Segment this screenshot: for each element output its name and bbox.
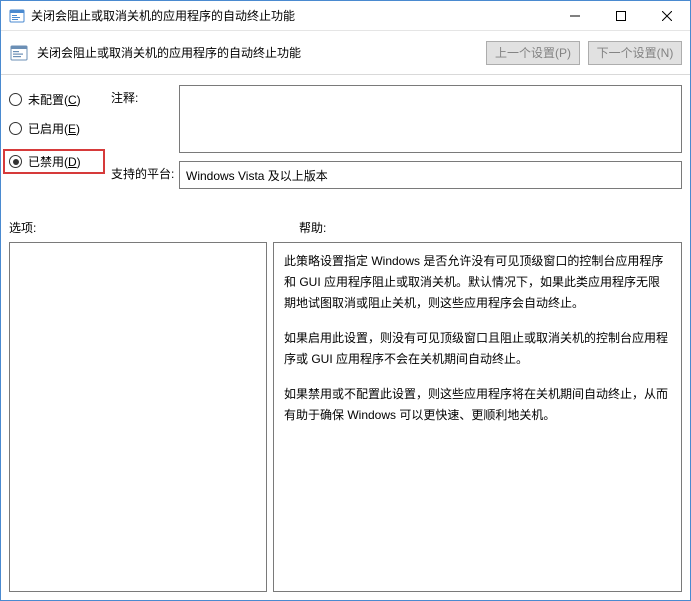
window-title: 关闭会阻止或取消关机的应用程序的自动终止功能 (31, 7, 552, 24)
section-labels: 选项: 帮助: (1, 201, 690, 242)
radio-enabled[interactable]: 已启用(E) (9, 120, 101, 137)
config-row: 未配置(C) 已启用(E) 已禁用(D) 注释: 支持的平台: Windows … (1, 75, 690, 201)
radio-disabled[interactable]: 已禁用(D) (9, 153, 81, 170)
close-button[interactable] (644, 1, 690, 31)
previous-setting-button[interactable]: 上一个设置(P) (486, 41, 580, 65)
comment-input[interactable] (179, 85, 682, 153)
policy-icon (9, 43, 29, 63)
platform-row: 支持的平台: Windows Vista 及以上版本 (111, 161, 682, 189)
policy-editor-window: 关闭会阻止或取消关机的应用程序的自动终止功能 关闭会阻止或取消关机的应用程序的自… (0, 0, 691, 601)
help-label: 帮助: (299, 219, 682, 236)
platform-label: 支持的平台: (111, 161, 179, 182)
app-icon (9, 8, 25, 24)
radio-label: 未配置(C) (28, 91, 81, 108)
help-paragraph: 如果启用此设置，则没有可见顶级窗口且阻止或取消关机的控制台应用程序或 GUI 应… (284, 328, 671, 370)
minimize-button[interactable] (552, 1, 598, 31)
radio-circle-icon (9, 155, 22, 168)
header-row: 关闭会阻止或取消关机的应用程序的自动终止功能 上一个设置(P) 下一个设置(N) (1, 31, 690, 75)
help-paragraph: 如果禁用或不配置此设置，则这些应用程序将在关机期间自动终止，从而有助于确保 Wi… (284, 384, 671, 426)
bottom-panels: 此策略设置指定 Windows 是否允许没有可见顶级窗口的控制台应用程序和 GU… (1, 242, 690, 600)
radio-label: 已启用(E) (28, 120, 80, 137)
policy-title: 关闭会阻止或取消关机的应用程序的自动终止功能 (37, 44, 478, 61)
radio-circle-icon (9, 122, 22, 135)
radio-circle-icon (9, 93, 22, 106)
options-label: 选项: (9, 219, 299, 236)
radio-group: 未配置(C) 已启用(E) 已禁用(D) (9, 85, 101, 197)
maximize-button[interactable] (598, 1, 644, 31)
help-panel[interactable]: 此策略设置指定 Windows 是否允许没有可见顶级窗口的控制台应用程序和 GU… (273, 242, 682, 592)
fields-column: 注释: 支持的平台: Windows Vista 及以上版本 (111, 85, 682, 197)
comment-label: 注释: (111, 85, 179, 106)
next-setting-button[interactable]: 下一个设置(N) (588, 41, 682, 65)
supported-platform-value: Windows Vista 及以上版本 (179, 161, 682, 189)
options-panel[interactable] (9, 242, 267, 592)
help-paragraph: 此策略设置指定 Windows 是否允许没有可见顶级窗口的控制台应用程序和 GU… (284, 251, 671, 314)
highlight-box: 已禁用(D) (3, 149, 105, 174)
radio-not-configured[interactable]: 未配置(C) (9, 91, 101, 108)
radio-label: 已禁用(D) (28, 153, 81, 170)
titlebar: 关闭会阻止或取消关机的应用程序的自动终止功能 (1, 1, 690, 31)
comment-row: 注释: (111, 85, 682, 153)
